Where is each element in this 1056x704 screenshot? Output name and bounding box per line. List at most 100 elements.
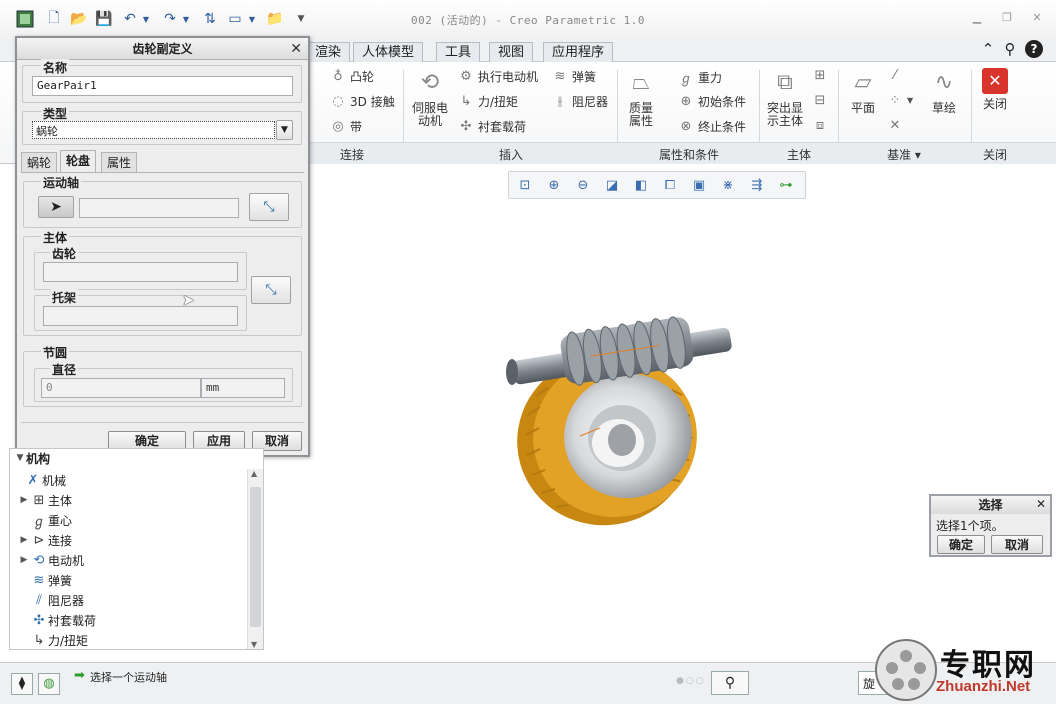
close-mechanism-button[interactable]: ✕ 关闭 — [975, 68, 1015, 111]
tree-scrollbar[interactable]: ▲ ▼ — [247, 469, 263, 649]
minimize-icon[interactable]: ▁ — [968, 10, 986, 26]
axis-button[interactable]: ⁄ — [887, 68, 903, 83]
gear-body-input[interactable] — [43, 262, 238, 282]
zoom-in-icon[interactable]: ⊕ — [544, 176, 564, 196]
tab-applications[interactable]: 应用程序 — [543, 42, 614, 62]
dialog-close-icon[interactable]: ✕ — [290, 41, 302, 57]
termination-conditions-button[interactable]: ⊗ 终止条件 — [678, 118, 746, 135]
group-label-datum[interactable]: 基准 ▾ — [838, 146, 970, 163]
model-tree-toggle-icon[interactable]: ⧫ — [11, 673, 33, 695]
scroll-up-icon[interactable]: ▲ — [251, 469, 257, 478]
expand-icon[interactable]: ▶ — [18, 495, 30, 505]
diameter-input[interactable]: 0 — [41, 378, 201, 398]
gravity-button[interactable]: ℊ 重力 — [678, 68, 722, 87]
expand-icon[interactable]: ▶ — [18, 555, 30, 565]
tab-render[interactable]: 渲染 — [307, 42, 351, 62]
restore-icon[interactable]: ❐ — [998, 10, 1016, 26]
collapse-ribbon-icon[interactable]: ⌃ — [979, 40, 997, 58]
tab-view[interactable]: 视图 — [489, 42, 534, 62]
force-icon: ↳ — [460, 94, 472, 109]
servo-motor-button[interactable]: ⟲ 伺服电 动机 — [407, 68, 453, 128]
select-arrow-icon[interactable]: ➤ — [38, 196, 74, 218]
swap-bodies-icon[interactable]: ⤡ — [251, 276, 291, 304]
tree-item-bushings[interactable]: ✣ 衬套载荷 — [18, 610, 96, 630]
contact3d-button[interactable]: ◌ 3D 接触 — [330, 93, 394, 110]
bushing-load-button[interactable]: ✣ 衬套载荷 — [458, 118, 526, 135]
view-manager-icon[interactable]: ▣ — [689, 176, 709, 196]
group-label-connect: 连接 — [339, 148, 364, 162]
saved-orientations-icon[interactable]: ⧠ — [660, 176, 680, 196]
spin-center-icon[interactable]: ⊶ — [776, 176, 796, 196]
flip-axis-icon[interactable]: ⤡ — [249, 193, 289, 221]
body-tool-3[interactable]: ⧈ — [812, 118, 828, 133]
tree-item-springs[interactable]: ≋ 弹簧 — [18, 570, 72, 590]
help-icon[interactable]: ? — [1025, 40, 1043, 58]
csys-button[interactable]: ✕ — [887, 118, 903, 133]
type-dropdown-icon[interactable]: ▼ — [276, 120, 293, 140]
bushing-icon: ✣ — [33, 612, 45, 628]
tree-header[interactable]: ▼ 机构 — [14, 449, 50, 467]
body-tool-1[interactable]: ⊞ — [812, 68, 828, 83]
select-ok-button[interactable]: 确定 — [937, 535, 985, 554]
carrier-body-input[interactable] — [43, 306, 238, 326]
motion-axis-label: 运动轴 — [41, 174, 82, 191]
select-cancel-button[interactable]: 取消 — [991, 535, 1043, 554]
belt-button[interactable]: ◎ 带 — [330, 118, 362, 135]
body-tool-2[interactable]: ⊟ — [812, 93, 828, 108]
force-torque-button[interactable]: ↳ 力/扭矩 — [458, 93, 519, 110]
sketch-button[interactable]: ∿ 草绘 — [924, 68, 964, 115]
mass-properties-icon: ⏢ — [632, 70, 650, 95]
tree-item-body[interactable]: ▶ ⊞ 主体 — [18, 490, 72, 510]
point-button[interactable]: ⁘ ▼ — [887, 93, 914, 108]
select-dialog-close-icon[interactable]: ✕ — [1036, 497, 1046, 511]
body-unlock-icon: ⧈ — [815, 118, 825, 133]
browser-toggle-icon[interactable]: ◍ — [38, 673, 60, 695]
tree-item-gravity[interactable]: ℊ 重心 — [18, 510, 72, 530]
repaint-icon[interactable]: ◪ — [602, 176, 622, 196]
tab-manikin[interactable]: 人体模型 — [353, 42, 424, 62]
expand-icon[interactable]: ▶ — [18, 535, 30, 545]
plane-button[interactable]: ▱ 平面 — [843, 68, 883, 115]
scroll-thumb[interactable] — [250, 487, 261, 627]
scroll-down-icon[interactable]: ▼ — [251, 640, 257, 649]
display-style-icon[interactable]: ◧ — [631, 176, 651, 196]
type-select[interactable]: 蜗轮 — [32, 121, 275, 139]
mass-properties-button[interactable]: ⏢ 质量 属性 — [621, 68, 661, 128]
highlight-bodies-button[interactable]: ⧉ 突出显 示主体 — [763, 68, 807, 128]
tree-item-motors[interactable]: ▶ ⟲ 电动机 — [18, 550, 84, 570]
search-icon[interactable]: ⚲ — [1001, 40, 1019, 58]
damper-button[interactable]: ⫲ 阻尼器 — [552, 93, 608, 110]
worm-gear-model[interactable] — [300, 200, 1056, 660]
tree-item-forces[interactable]: ↳ 力/扭矩 — [18, 630, 89, 650]
tree-item-dampers[interactable]: ⫽ 阻尼器 — [18, 590, 84, 610]
tab-worm[interactable]: 蜗轮 — [21, 152, 58, 172]
watermark-url: Zhuanzhi.Net — [936, 678, 1031, 695]
name-input[interactable]: GearPair1 — [32, 76, 293, 96]
find-icon[interactable]: ⚲ — [711, 671, 749, 695]
tab-tools[interactable]: 工具 — [436, 42, 481, 62]
annotation-display-icon[interactable]: ⇶ — [747, 176, 767, 196]
datum-display-icon[interactable]: ⋇ — [718, 176, 738, 196]
collapse-icon[interactable]: ▼ — [14, 453, 26, 463]
title-bar: 🗋 📂 💾 ↶ ▼ ↷ ▼ ⇅ ▭ ▼ 📁 ▼ 002 (活动的) - Creo… — [0, 0, 1056, 38]
cam-button[interactable]: ♁ 凸轮 — [330, 68, 374, 85]
carrier-label: 托架 — [50, 289, 79, 306]
tab-wheel[interactable]: 轮盘 — [60, 150, 97, 172]
initial-conditions-button[interactable]: ⊕ 初始条件 — [678, 93, 746, 110]
close-window-button[interactable]: ✕ — [1028, 10, 1046, 26]
graphics-area[interactable] — [300, 200, 1056, 660]
cam-icon: ♁ — [333, 69, 343, 84]
spring-button[interactable]: ≋ 弹簧 — [552, 68, 596, 85]
zoom-out-icon[interactable]: ⊖ — [573, 176, 593, 196]
motion-axis-input[interactable] — [79, 198, 239, 218]
refit-icon[interactable]: ⊡ — [515, 176, 535, 196]
tree-item-mechanism[interactable]: ✗ 机械 — [12, 470, 66, 490]
tab-properties[interactable]: 属性 — [101, 152, 138, 172]
actuator-button[interactable]: ⚙ 执行电动机 — [458, 68, 538, 85]
actuator-icon: ⚙ — [460, 69, 472, 84]
body-split-icon: ⊟ — [814, 93, 826, 108]
body-label: 主体 — [41, 229, 70, 246]
tree-item-connections[interactable]: ▶ ⊳ 连接 — [18, 530, 72, 550]
point-dropdown-icon[interactable]: ▼ — [907, 96, 913, 105]
worm-shaft[interactable] — [506, 314, 733, 388]
